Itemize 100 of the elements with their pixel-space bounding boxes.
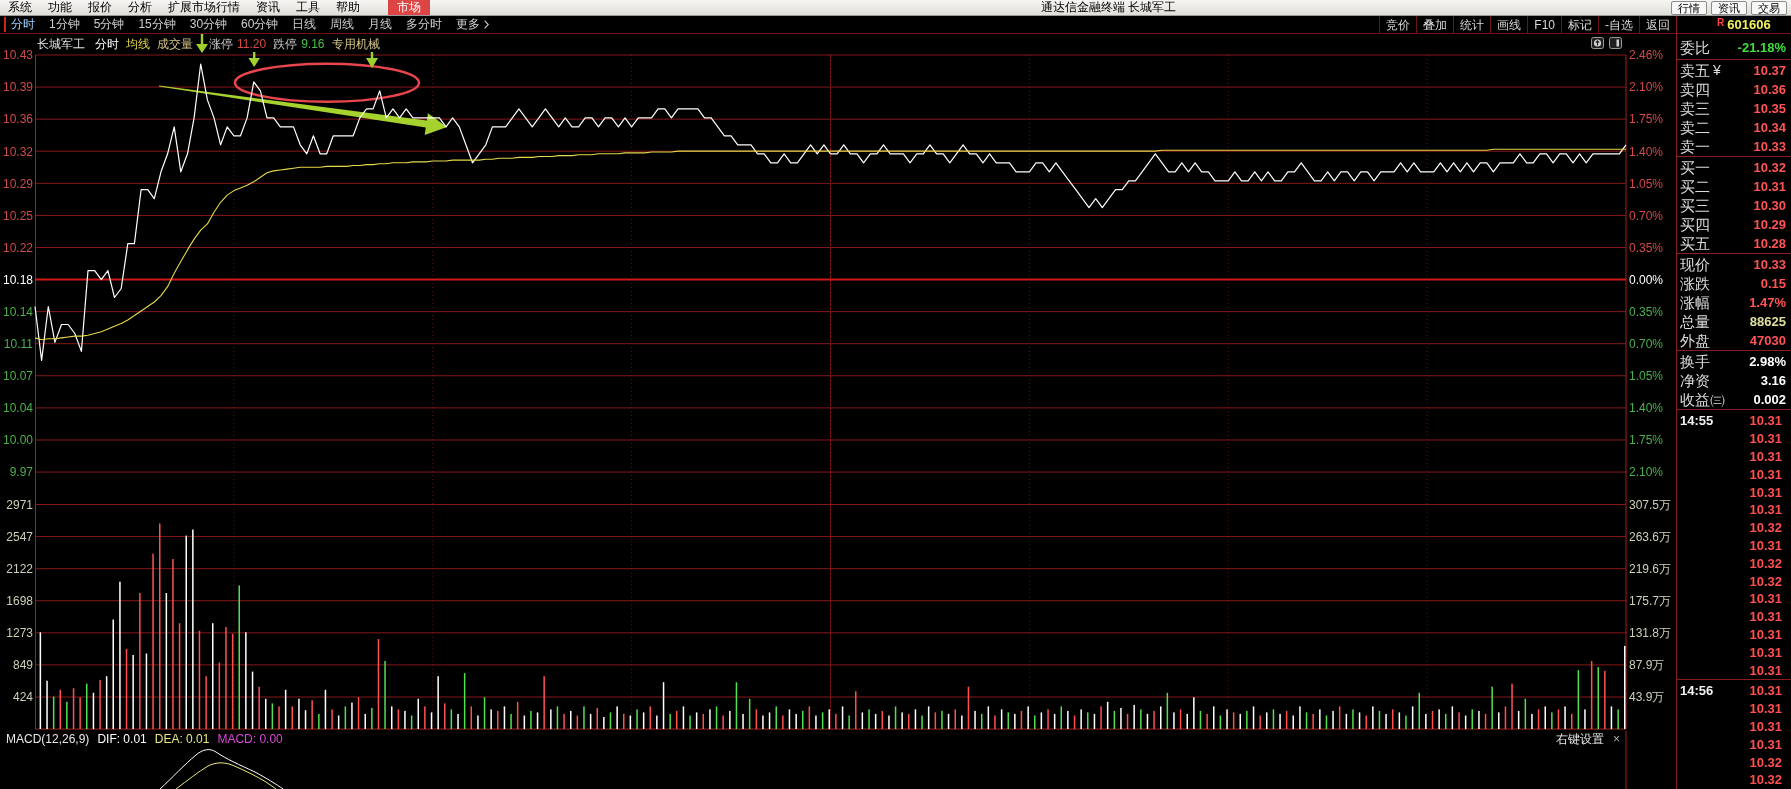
limit-label: 跌停 xyxy=(273,37,298,51)
price-axis-label: 10.14 xyxy=(2,304,33,319)
window-title: 通达信金融终端 长城军工 xyxy=(1040,0,1177,15)
quote-label: 收益㈢ xyxy=(1680,390,1725,409)
quote-label: 净资 xyxy=(1680,371,1710,390)
percent-axis-label: 2.46% xyxy=(1629,48,1664,63)
volume-axis-label: 2971 xyxy=(6,497,33,512)
price-axis-label: 10.11 xyxy=(3,337,33,351)
quote-label: 总量 xyxy=(1680,312,1710,331)
percent-axis-label: 1.75% xyxy=(1629,433,1664,448)
market-label: R xyxy=(1717,17,1725,28)
quote-value: 3.16 xyxy=(1760,373,1786,388)
quote-label: 买一 xyxy=(1680,158,1710,177)
percent-axis-label: 0.00% xyxy=(1629,272,1664,287)
quote-label: 现价 xyxy=(1680,255,1710,274)
legend-label: 均线 xyxy=(126,37,150,51)
trade-price: 10.32 xyxy=(1749,555,1782,571)
quote-label: 买三 xyxy=(1680,196,1710,215)
trade-price: 10.31 xyxy=(1749,466,1782,482)
volume-axis-label: 2547 xyxy=(6,529,33,544)
price-axis-label: 10.43 xyxy=(2,48,33,63)
price-axis-label: 10.32 xyxy=(2,144,33,159)
price-axis-label: 10.18 xyxy=(2,272,33,287)
indicator-value: DEA: 0.01 xyxy=(154,732,210,747)
legend-label: 成交量 xyxy=(157,37,193,51)
quote-label: 卖二 xyxy=(1680,118,1710,137)
trade-price: 10.31 xyxy=(1749,431,1782,447)
quote-label: 委比 xyxy=(1680,38,1710,57)
trade-price: 10.31 xyxy=(1749,591,1782,607)
volume-axis-label: 424 xyxy=(12,690,33,705)
quote-label: 卖五 xyxy=(1680,61,1710,80)
trade-price: 10.31 xyxy=(1749,626,1782,642)
price-axis-label: 10.00 xyxy=(2,433,33,448)
limit-value: 9.16 xyxy=(301,37,325,51)
stock-name: 长城军工 xyxy=(37,37,85,51)
trade-price: 10.31 xyxy=(1749,413,1782,429)
quote-value: 10.33 xyxy=(1753,139,1786,154)
quote-label: 涨跌 xyxy=(1680,274,1710,293)
percent-axis-label: 0.35% xyxy=(1629,304,1664,319)
quote-label: 卖一 xyxy=(1680,137,1710,156)
volume-axis-label: 849 xyxy=(12,658,33,673)
price-axis-label: 10.36 xyxy=(2,112,33,127)
indicator-value: MACD: 0.00 xyxy=(217,732,283,747)
volume-axis-label: 1698 xyxy=(6,594,33,608)
quote-value: 10.33 xyxy=(1753,257,1786,272)
quote-label: 卖四 xyxy=(1680,80,1710,99)
quote-value: 2.98% xyxy=(1749,354,1786,369)
percent-axis-label: 1.40% xyxy=(1629,144,1664,159)
trade-price: 10.32 xyxy=(1749,772,1782,788)
percent-axis-label: 1.75% xyxy=(1629,112,1664,127)
price-axis-label: 10.39 xyxy=(2,80,33,95)
trade-price: 10.31 xyxy=(1749,484,1782,500)
price-axis-label: 9.97 xyxy=(9,465,33,480)
trade-price: 10.32 xyxy=(1749,754,1782,770)
percent-axis-label: 1.05% xyxy=(1629,369,1664,384)
quote-label: 买二 xyxy=(1680,177,1710,196)
limit-value: 11.20 xyxy=(237,37,267,51)
indicator-value: DIF: 0.01 xyxy=(97,732,147,747)
volume-axis-label: 219.6万 xyxy=(1629,561,1672,576)
trade-price: 10.32 xyxy=(1749,573,1782,589)
quote-value: 1.47% xyxy=(1749,295,1786,310)
quote-value: 88625 xyxy=(1749,314,1786,329)
percent-axis-label: 2.10% xyxy=(1629,80,1664,95)
quote-label: 卖三 xyxy=(1680,99,1710,118)
percent-axis-label: 1.40% xyxy=(1629,401,1664,416)
stock-code: 601606 xyxy=(1727,17,1771,32)
trade-price: 10.31 xyxy=(1749,736,1782,752)
quote-label: 换手 xyxy=(1680,352,1710,371)
trade-time: 14:56 xyxy=(1680,683,1714,699)
quote-label: 外盘 xyxy=(1680,331,1710,350)
quote-value: 10.36 xyxy=(1753,82,1786,97)
volume-axis-label: 87.9万 xyxy=(1629,658,1665,673)
quote-value: 10.28 xyxy=(1753,236,1786,251)
volume-axis-label: 175.7万 xyxy=(1629,594,1672,608)
price-axis-label: 10.04 xyxy=(2,401,33,416)
quote-value: 10.29 xyxy=(1753,217,1786,232)
trade-price: 10.31 xyxy=(1749,701,1782,717)
quote-value: 10.30 xyxy=(1753,198,1786,213)
price-axis-label: 10.22 xyxy=(2,240,33,255)
percent-axis-label: 2.10% xyxy=(1629,465,1664,480)
quote-value: 10.32 xyxy=(1753,160,1786,175)
percent-axis-label: 0.70% xyxy=(1629,337,1664,351)
limit-label: 涨停 xyxy=(209,37,233,51)
volume-axis-label: 2122 xyxy=(6,561,33,576)
quote-value: -21.18% xyxy=(1737,40,1786,55)
quote-value: 0.15 xyxy=(1760,276,1786,291)
trade-price: 10.31 xyxy=(1749,537,1782,553)
quote-label: 涨幅 xyxy=(1680,293,1710,312)
trade-price: 10.32 xyxy=(1749,520,1782,536)
price-axis-label: 10.25 xyxy=(2,208,33,223)
quote-value: 0.002 xyxy=(1753,392,1786,407)
currency-symbol: ¥ xyxy=(1713,62,1721,79)
quote-value: 47030 xyxy=(1749,333,1786,348)
trade-time: 14:55 xyxy=(1680,413,1714,429)
price-axis-label: 10.07 xyxy=(2,369,33,384)
quote-value: 10.35 xyxy=(1753,101,1786,116)
trade-price: 10.31 xyxy=(1749,662,1782,678)
industry-label: 专用机械 xyxy=(331,37,380,51)
volume-axis-label: 43.9万 xyxy=(1629,690,1665,705)
quote-value: 10.34 xyxy=(1753,120,1786,135)
